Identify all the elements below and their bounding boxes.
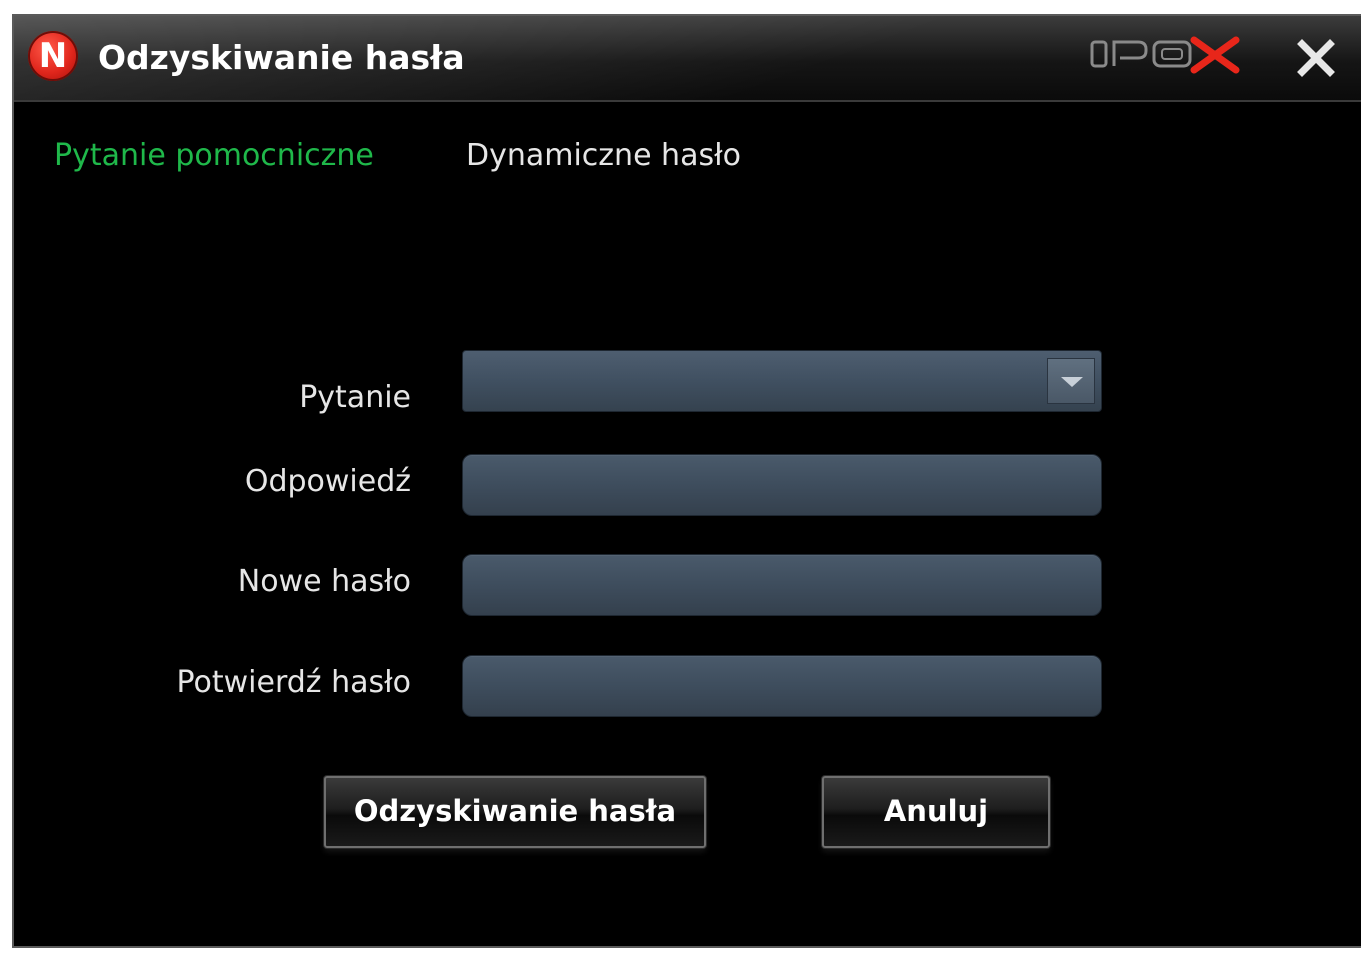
title-bar[interactable]: N Odzyskiwanie hasła [14, 16, 1361, 102]
chevron-down-icon [1061, 377, 1083, 387]
confirm-password-label: Potwierdź hasło [176, 665, 411, 700]
window-title: Odzyskiwanie hasła [98, 38, 465, 77]
tab-dynamic-password[interactable]: Dynamiczne hasło [466, 136, 741, 176]
tab-security-question[interactable]: Pytanie pomocniczne [54, 136, 374, 176]
close-icon[interactable] [1296, 38, 1336, 78]
password-recovery-dialog: N Odzyskiwanie hasła Pytanie pomocniczne… [12, 14, 1361, 948]
app-logo-letter: N [38, 36, 68, 76]
answer-label: Odpowiedź [244, 464, 411, 499]
dropdown-button[interactable] [1047, 358, 1095, 404]
question-select[interactable] [462, 350, 1102, 412]
answer-input[interactable] [462, 454, 1102, 516]
question-label: Pytanie [299, 380, 411, 415]
new-password-input[interactable] [462, 554, 1102, 616]
app-logo-icon: N [28, 31, 78, 81]
ipox-brand-logo [1090, 36, 1240, 74]
new-password-label: Nowe hasło [237, 564, 411, 599]
confirm-password-input[interactable] [462, 655, 1102, 717]
recover-password-button[interactable]: Odzyskiwanie hasła [324, 776, 706, 848]
cancel-button[interactable]: Anuluj [822, 776, 1050, 848]
